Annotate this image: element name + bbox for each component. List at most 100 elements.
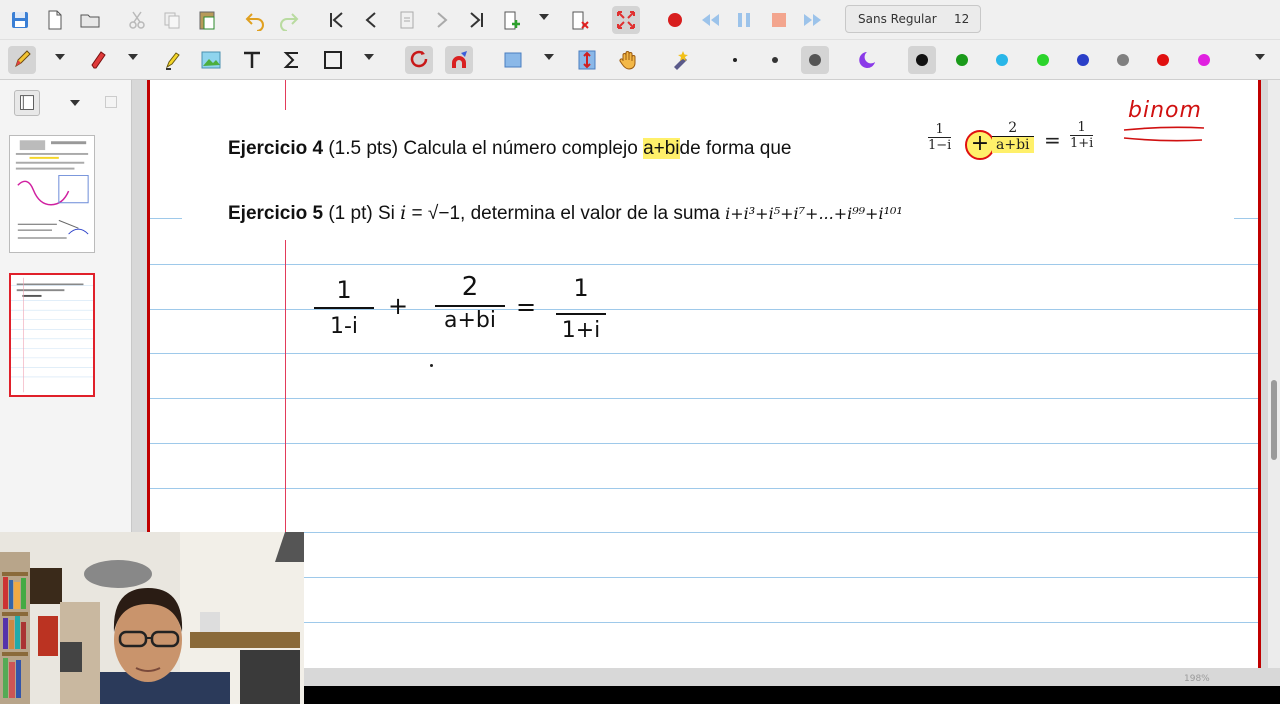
exercise-5-i: i [400, 202, 407, 224]
color-black[interactable] [908, 46, 936, 74]
exercise-5-sqrt: √−1, [427, 203, 466, 224]
color-cyan[interactable] [988, 46, 1016, 74]
exercise-5-title: Ejercicio 5 [228, 203, 324, 224]
hw-plus: + [388, 292, 409, 320]
thin-pen-size[interactable] [721, 46, 749, 74]
hw-frac2-line [435, 305, 505, 307]
exercise-4-text: Calcula el número complejo [403, 138, 638, 159]
shape-tool-icon[interactable] [319, 46, 347, 74]
zoom-level: 198% [1184, 674, 1210, 684]
hw-frac3-line [556, 313, 606, 315]
hw-dot [430, 364, 433, 367]
sidebar-close-icon[interactable] [105, 96, 117, 108]
exercise-5-eq: = [411, 203, 423, 224]
highlighter-tool-icon[interactable] [157, 46, 185, 74]
color-red[interactable] [1149, 46, 1177, 74]
hw-frac2-num: 2 [461, 272, 479, 302]
select-rectangle-icon[interactable] [499, 46, 527, 74]
shape-dropdown[interactable] [364, 54, 374, 60]
color-magenta[interactable] [1190, 46, 1218, 74]
hw-frac1-num: 1 [336, 276, 352, 304]
font-name: Sans Regular [858, 12, 937, 26]
hw-frac3-num: 1 [573, 274, 589, 302]
copy-icon[interactable] [158, 6, 186, 34]
sidebar-header [8, 88, 124, 118]
eraser-dropdown[interactable] [128, 54, 138, 60]
main-toolbar: Sans Regular 12 [0, 0, 1280, 40]
open-folder-icon[interactable] [76, 6, 104, 34]
pause-icon[interactable] [730, 6, 758, 34]
hw-frac1-den: 1-i [329, 314, 359, 339]
latex-tool-icon[interactable] [278, 46, 306, 74]
exercise-4: Ejercicio 4 (1.5 pts) Calcula el número … [228, 138, 791, 160]
ruler-magnet-icon[interactable] [445, 46, 473, 74]
font-size: 12 [954, 12, 970, 26]
undo-icon[interactable] [241, 6, 269, 34]
goto-page-icon[interactable] [393, 6, 421, 34]
page-thumbnail-2[interactable] [9, 273, 95, 397]
exercise-5-text: determina el valor de la suma [470, 203, 720, 224]
color-light-green[interactable] [1029, 46, 1057, 74]
image-tool-icon[interactable] [197, 46, 225, 74]
ex4-plus-circled: + [965, 130, 995, 160]
scrollbar-thumb[interactable] [1271, 380, 1277, 460]
more-tools-dropdown[interactable] [1255, 54, 1265, 60]
hand-tool-icon[interactable] [614, 46, 642, 74]
hw-equals: = [516, 293, 537, 321]
font-selector[interactable]: Sans Regular 12 [845, 5, 981, 33]
next-page-icon[interactable] [427, 6, 455, 34]
ex4-fraction-3: 1 1+i [1070, 120, 1094, 151]
fill-toggle-icon[interactable] [855, 46, 883, 74]
rewind-icon[interactable] [696, 6, 724, 34]
exercise-5: Ejercicio 5 (1 pt) Si i = √−1, determina… [228, 202, 903, 225]
shape-recognizer-icon[interactable] [405, 46, 433, 74]
exercise-5-points: (1 pt) [328, 203, 373, 224]
vertical-space-icon[interactable] [573, 46, 601, 74]
binom-underline [1123, 126, 1205, 142]
delete-page-icon[interactable] [566, 6, 594, 34]
default-tool-icon[interactable] [667, 46, 695, 74]
hw-frac1-line [314, 307, 374, 309]
exercise-4-title: Ejercicio 4 [228, 138, 324, 159]
sidebar-view-dropdown[interactable] [70, 100, 80, 106]
color-gray[interactable] [1109, 46, 1137, 74]
thick-pen-size[interactable] [801, 46, 829, 74]
page-preview-sidebar [0, 80, 132, 532]
pen-tool-icon[interactable] [8, 46, 36, 74]
binom-annotation: binom [1128, 98, 1202, 123]
text-tool-icon[interactable] [238, 46, 266, 74]
webcam-overlay [0, 532, 304, 704]
last-page-icon[interactable] [462, 6, 490, 34]
vertical-scrollbar[interactable] [1268, 80, 1280, 668]
layout-toggle-icon[interactable] [14, 90, 40, 116]
fullscreen-icon[interactable] [612, 6, 640, 34]
record-icon[interactable] [661, 6, 689, 34]
exercise-4-highlight: a+bi [643, 138, 680, 159]
document-page[interactable]: Ejercicio 4 (1.5 pts) Calcula el número … [147, 80, 1261, 668]
stop-icon[interactable] [765, 6, 793, 34]
add-page-icon[interactable] [498, 6, 526, 34]
previous-page-icon[interactable] [358, 6, 386, 34]
save-icon[interactable] [6, 6, 34, 34]
color-green[interactable] [948, 46, 976, 74]
ex4-fraction-2: 2 a+bi [992, 120, 1034, 153]
new-document-icon[interactable] [41, 6, 69, 34]
hw-frac3-den: 1+i [561, 318, 601, 343]
exercise-5-si: Si [377, 203, 395, 224]
tools-toolbar [0, 40, 1280, 80]
page-thumbnail-1[interactable] [9, 135, 95, 253]
exercise-5-sum: i+i³+i⁵+i⁷+...+i⁹⁹+i¹⁰¹ [725, 204, 903, 223]
medium-pen-size[interactable] [761, 46, 789, 74]
select-dropdown[interactable] [544, 54, 554, 60]
fast-forward-icon[interactable] [799, 6, 827, 34]
pen-dropdown[interactable] [55, 54, 65, 60]
cut-icon[interactable] [123, 6, 151, 34]
redo-icon[interactable] [275, 6, 303, 34]
ex4-equals: = [1044, 128, 1061, 152]
paste-icon[interactable] [193, 6, 221, 34]
exercise-4-points: (1.5 pts) [328, 138, 399, 159]
first-page-icon[interactable] [323, 6, 351, 34]
add-page-dropdown[interactable] [539, 14, 549, 20]
eraser-tool-icon[interactable] [84, 46, 112, 74]
color-blue[interactable] [1069, 46, 1097, 74]
